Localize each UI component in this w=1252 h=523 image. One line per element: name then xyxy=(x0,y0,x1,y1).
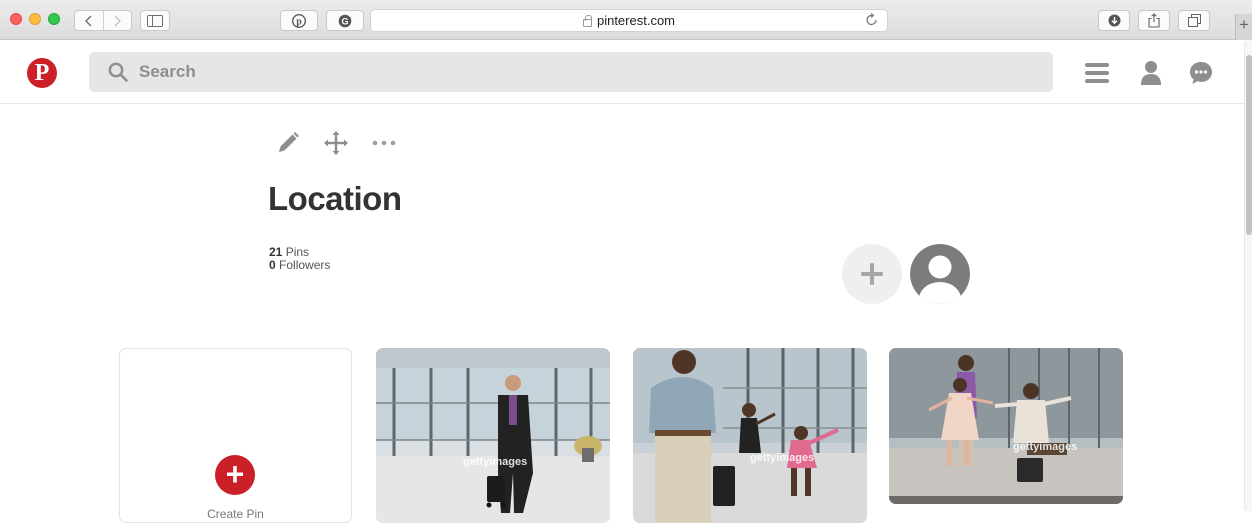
messages-button[interactable] xyxy=(1186,58,1216,88)
person-icon xyxy=(1141,61,1161,85)
board-owner-avatar[interactable] xyxy=(910,244,970,304)
move-arrows-icon xyxy=(324,131,348,155)
site-header: P xyxy=(0,41,1244,104)
default-avatar-icon xyxy=(910,244,970,304)
pin-image xyxy=(889,348,1123,504)
forward-button[interactable] xyxy=(102,11,131,30)
search-icon xyxy=(108,62,128,82)
pinterest-extension-button[interactable]: p xyxy=(280,10,318,31)
menu-button[interactable] xyxy=(1082,58,1112,88)
create-pin-label: Create Pin xyxy=(207,507,264,521)
share-button[interactable] xyxy=(1138,10,1170,31)
getty-watermark: gettyimages xyxy=(750,452,814,464)
new-tab-button[interactable]: + xyxy=(1235,14,1252,40)
search-input[interactable] xyxy=(139,62,1019,82)
profile-button[interactable] xyxy=(1136,58,1166,88)
pinterest-icon: p xyxy=(292,13,306,28)
pin-image xyxy=(633,348,867,523)
downloads-button[interactable] xyxy=(1098,10,1130,31)
board-stats: 21 Pins 0 Followers xyxy=(269,246,330,272)
sidebar-icon xyxy=(147,14,163,27)
pinterest-logo[interactable]: P xyxy=(27,58,57,88)
address-text: pinterest.com xyxy=(596,13,676,28)
followers-label: Followers xyxy=(279,258,331,272)
close-window-button[interactable] xyxy=(10,13,22,25)
pin-image xyxy=(376,348,610,523)
followers-stat[interactable]: 0 Followers xyxy=(269,259,330,272)
tabs-icon xyxy=(1187,14,1201,27)
followers-count: 0 xyxy=(269,258,276,272)
menu-icon xyxy=(1085,63,1109,83)
board-tools xyxy=(274,129,418,157)
back-button[interactable] xyxy=(75,11,103,30)
pin-card[interactable]: gettyimages xyxy=(376,348,610,523)
scrollbar-thumb[interactable] xyxy=(1246,55,1252,235)
chat-bubble-icon xyxy=(1190,62,1212,84)
zoom-window-button[interactable] xyxy=(48,13,60,25)
getty-watermark: gettyimages xyxy=(1013,441,1077,453)
plus-icon xyxy=(861,263,883,285)
chevron-right-icon xyxy=(114,15,122,26)
getty-watermark-text: gettyimages xyxy=(1013,441,1078,453)
minimize-window-button[interactable] xyxy=(29,13,41,25)
pin-card[interactable]: gettyimages xyxy=(633,348,867,523)
more-options-button[interactable] xyxy=(370,129,398,157)
grammarly-icon: G xyxy=(338,14,352,27)
getty-watermark: gettyimages xyxy=(463,456,527,468)
share-icon xyxy=(1148,13,1160,28)
download-icon xyxy=(1108,14,1120,27)
edit-board-button[interactable] xyxy=(274,129,302,157)
lock-icon xyxy=(582,14,592,27)
address-bar[interactable]: pinterest.com xyxy=(370,9,888,32)
grammarly-extension-button[interactable]: G xyxy=(326,10,364,31)
getty-watermark-text: gettyimages xyxy=(463,456,528,468)
tabs-overview-button[interactable] xyxy=(1178,10,1210,31)
svg-text:G: G xyxy=(341,16,348,26)
sidebar-button[interactable] xyxy=(140,10,170,31)
getty-watermark-text: gettyimages xyxy=(750,452,815,464)
page-scrollbar[interactable] xyxy=(1244,41,1252,511)
history-nav xyxy=(74,10,132,31)
pin-card[interactable]: gettyimages xyxy=(889,348,1123,504)
browser-toolbar: p G pinterest.com + xyxy=(0,0,1252,40)
pencil-icon xyxy=(279,132,299,152)
chevron-left-icon xyxy=(84,15,92,26)
reload-button[interactable] xyxy=(866,13,878,29)
create-pin-plus-icon[interactable]: + xyxy=(215,455,255,495)
search-bar[interactable] xyxy=(89,52,1053,92)
pins-label: Pins xyxy=(285,245,310,259)
add-collaborator-button[interactable] xyxy=(842,244,902,304)
create-pin-card[interactable]: + Create Pin xyxy=(119,348,352,523)
board-title: Location xyxy=(268,180,402,217)
pins-count: 21 xyxy=(269,245,283,259)
organize-board-button[interactable] xyxy=(322,129,350,157)
svg-text:p: p xyxy=(296,16,302,27)
more-dots-icon xyxy=(372,140,396,146)
reload-icon xyxy=(866,13,877,26)
